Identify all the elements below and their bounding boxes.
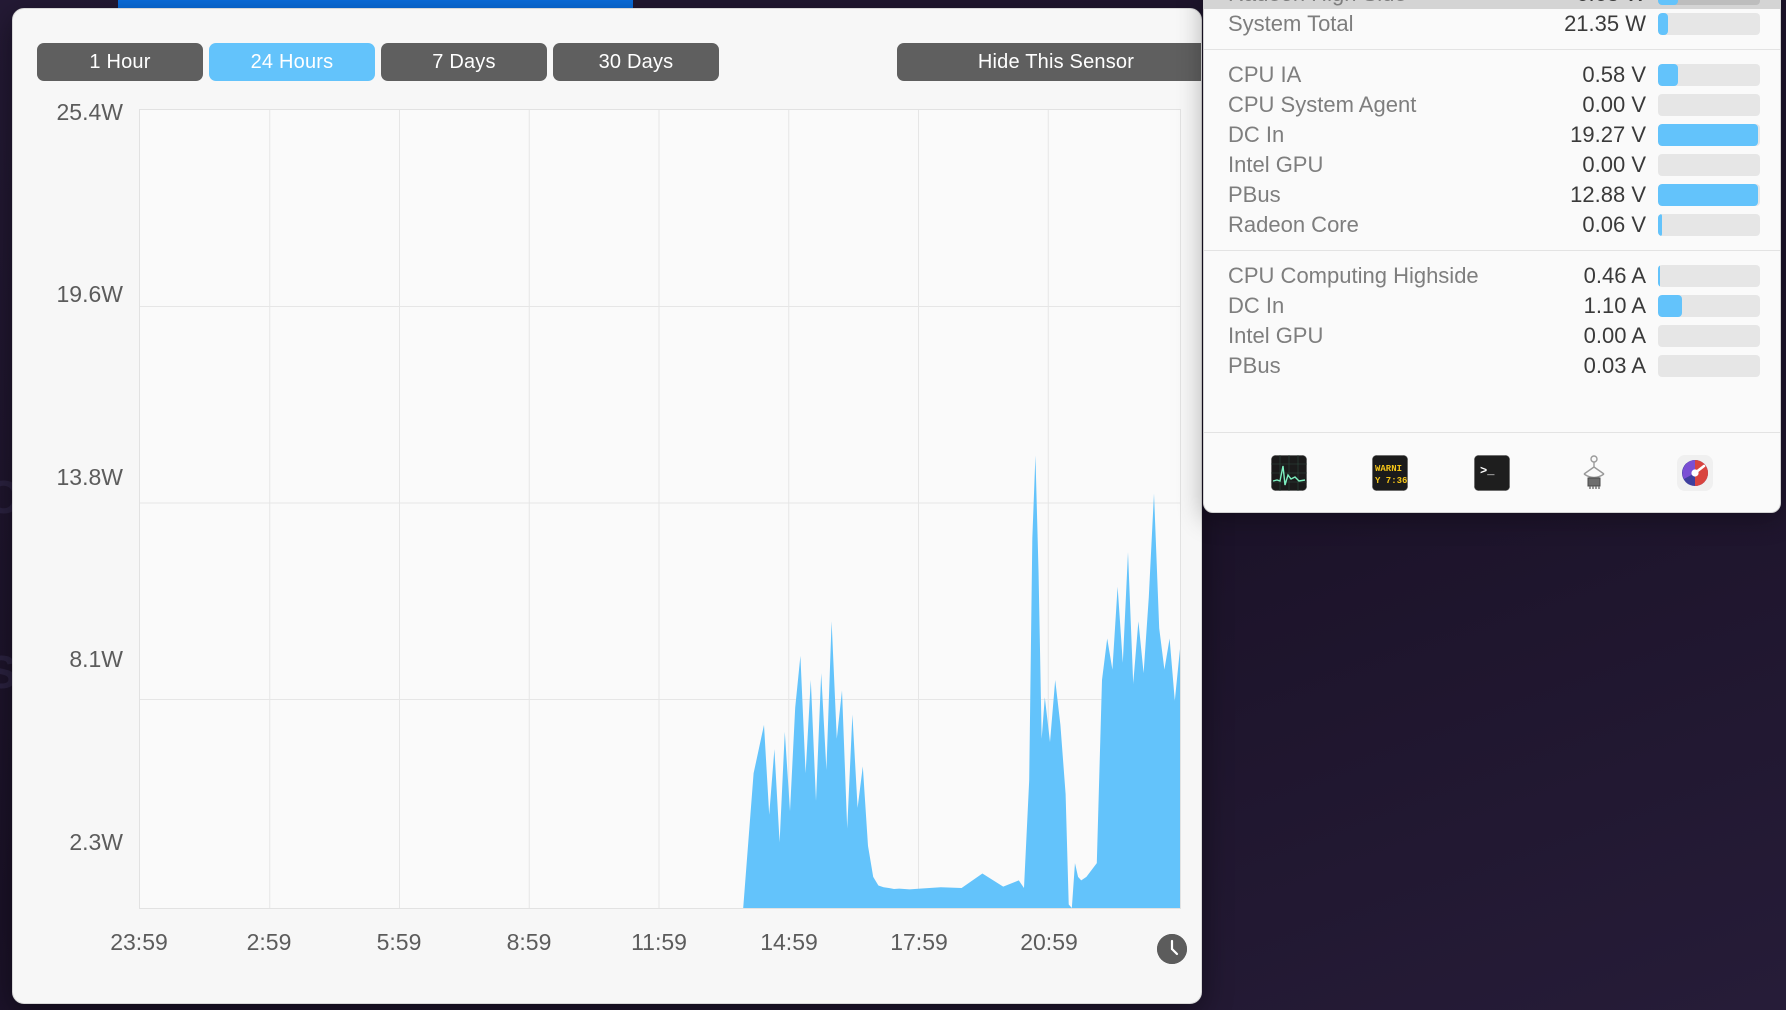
sensor-name: Radeon High Side (1228, 0, 1508, 7)
sensor-row[interactable]: PBus 0.03 A (1204, 351, 1780, 381)
sensor-level-bar-fill (1658, 13, 1669, 35)
sensor-level-bar-fill (1658, 184, 1758, 206)
sensor-level-bar-fill (1658, 265, 1661, 287)
range-button-30-days[interactable]: 30 Days (553, 43, 719, 81)
hide-this-sensor-button[interactable]: Hide This Sensor (897, 43, 1201, 81)
sensor-row[interactable]: Radeon High Side6.63 W (1204, 0, 1780, 9)
sensor-row[interactable]: Intel GPU 0.00 V (1204, 150, 1780, 180)
sensor-level-bar (1658, 214, 1760, 236)
sensor-group-v: CPU IA 0.58 V CPU System Agent 0.00 V DC In 1… (1204, 60, 1780, 240)
sensor-level-bar (1658, 184, 1760, 206)
sensor-level-bar-fill (1658, 214, 1663, 236)
sensor-name: System Total (1228, 11, 1354, 36)
sensor-value: 0.06 V (1582, 212, 1646, 237)
sensor-name: DC In (1228, 122, 1285, 147)
sensor-row[interactable]: CPU Computing Highside 0.46 A (1204, 261, 1780, 291)
sensor-level-bar (1658, 154, 1760, 176)
sensor-row[interactable]: CPU IA 0.58 V (1204, 60, 1780, 90)
sensor-graph-window: 1 Hour 24 Hours 7 Days 30 Days Hide This… (12, 8, 1202, 1004)
sensor-name: Radeon Core (1228, 212, 1359, 237)
y-axis-tick-label: 13.8W (56, 464, 123, 490)
sensor-name: CPU Computing Highside (1228, 263, 1479, 288)
sensor-row[interactable]: System Total 21.35 W (1204, 9, 1780, 39)
sensor-group-a: CPU Computing Highside 0.46 A DC In 1.10 A I… (1204, 261, 1780, 381)
sensor-groups: DC In21.77 WRadeon High Side6.63 WSystem… (1204, 0, 1780, 381)
sensor-value: 0.03 A (1583, 353, 1646, 378)
sensor-group-divider (1204, 250, 1780, 251)
sensor-level-bar (1658, 94, 1760, 116)
sensor-group-divider (1204, 49, 1780, 50)
sensor-level-bar-fill (1658, 0, 1679, 5)
sensor-level-bar (1658, 325, 1760, 347)
x-axis-tick-label: 23:59 (110, 929, 168, 955)
chart-gridlines (140, 110, 1180, 908)
x-axis-tick-label: 2:59 (246, 929, 292, 955)
y-axis-tick-label: 8.1W (69, 646, 123, 672)
sensor-row[interactable]: Radeon Core 0.06 V (1204, 210, 1780, 240)
power-area-chart[interactable] (139, 109, 1181, 909)
sensor-row[interactable]: CPU System Agent 0.00 V (1204, 90, 1780, 120)
svg-text:Y 7:36: Y 7:36 (1375, 476, 1407, 486)
ekg-monitor-icon[interactable] (1270, 454, 1307, 491)
sensor-row[interactable]: DC In 1.10 A (1204, 291, 1780, 321)
sensor-value: 6.63 W (1508, 0, 1658, 7)
sensor-name: CPU System Agent (1228, 92, 1417, 117)
range-toolbar: 1 Hour 24 Hours 7 Days 30 Days Hide This… (13, 9, 1201, 91)
x-axis-tick-label: 17:59 (890, 929, 948, 955)
sensor-list-popover: DC In21.77 WRadeon High Side6.63 WSystem… (1203, 0, 1781, 513)
sensor-level-bar-fill (1658, 124, 1758, 146)
x-axis-tick-label: 5:59 (376, 929, 422, 955)
svg-text:>_: >_ (1480, 464, 1495, 478)
sensor-level-bar-fill (1658, 64, 1679, 86)
sensor-row[interactable]: DC In 19.27 V (1204, 120, 1780, 150)
popover-app-dock: WARNI Y 7:36 >_ (1204, 432, 1780, 512)
warning-clock-icon[interactable]: WARNI Y 7:36 (1372, 454, 1409, 491)
sensor-value: 19.27 V (1570, 122, 1646, 147)
sensor-value: 1.10 A (1583, 293, 1646, 318)
sensor-level-bar (1658, 355, 1760, 377)
y-axis-tick-label: 25.4W (56, 99, 123, 125)
sensor-value: 0.00 A (1583, 323, 1646, 348)
gauge-icon[interactable] (1677, 454, 1714, 491)
sensor-name: DC In (1228, 293, 1285, 318)
sensor-name: PBus (1228, 182, 1281, 207)
x-axis-tick-label: 11:59 (631, 929, 687, 955)
sensor-name: PBus (1228, 353, 1281, 378)
sensor-row[interactable]: Intel GPU 0.00 A (1204, 321, 1780, 351)
chart-series-area (140, 455, 1180, 908)
range-button-24-hours[interactable]: 24 Hours (209, 43, 375, 81)
sensor-level-bar (1658, 295, 1760, 317)
clock-icon[interactable] (1157, 934, 1187, 964)
sensor-group-w: DC In21.77 WRadeon High Side6.63 WSystem… (1204, 0, 1780, 39)
x-axis-tick-label: 20:59 (1020, 929, 1078, 955)
sensor-row[interactable]: PBus 12.88 V (1204, 180, 1780, 210)
range-button-7-days[interactable]: 7 Days (381, 43, 547, 81)
sensor-value: 12.88 V (1570, 182, 1646, 207)
x-axis-tick-label: 14:59 (760, 929, 818, 955)
sensor-level-bar (1658, 13, 1760, 35)
terminal-icon[interactable]: >_ (1473, 454, 1510, 491)
sensor-level-bar (1658, 124, 1760, 146)
sensor-value: 0.00 V (1582, 152, 1646, 177)
sensor-level-bar-fill (1658, 295, 1683, 317)
y-axis-tick-label: 2.3W (69, 829, 123, 855)
sensor-name: Intel GPU (1228, 152, 1324, 177)
sensor-value: 21.35 W (1564, 11, 1646, 36)
sensor-name: Intel GPU (1228, 323, 1324, 348)
svg-text:WARNI: WARNI (1375, 464, 1402, 474)
sensor-value: 0.58 V (1582, 62, 1646, 87)
sensor-level-bar (1658, 64, 1760, 86)
y-axis-tick-label: 19.6W (56, 281, 123, 307)
sensor-value: 0.00 V (1582, 92, 1646, 117)
x-axis-tick-label: 8:59 (506, 929, 552, 955)
sensor-level-bar (1658, 0, 1760, 5)
sensor-value: 0.46 A (1583, 263, 1646, 288)
chip-probe-icon[interactable] (1576, 454, 1612, 491)
sensor-level-bar (1658, 265, 1760, 287)
sensor-name: CPU IA (1228, 62, 1302, 87)
chart-svg (140, 110, 1180, 908)
range-button-1-hour[interactable]: 1 Hour (37, 43, 203, 81)
